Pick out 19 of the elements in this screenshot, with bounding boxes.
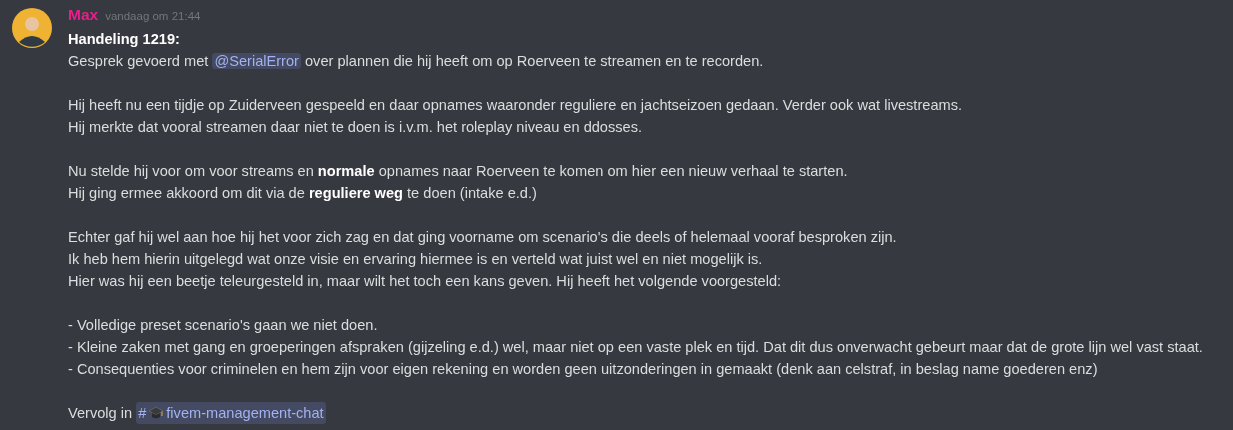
- message-line: Echter gaf hij wel aan hoe hij het voor zich zag en dat ging voorname om scenario's die deels of helemaal vooraf besproken zijn.: [68, 228, 898, 247]
- timestamp: vandaag om 21:44: [105, 10, 201, 22]
- message-line: - Consequenties voor criminelen en hem zijn voor eigen rekening en worden geen uitzonderingen in gemaakt (denk aan celstraf, in beslag name goederen enz): [68, 360, 1099, 379]
- message-line: Nu stelde hij voor om voor streams en normale opnames naar Roerveen te komen om hier een nieuw verhaal te starten.: [68, 162, 849, 181]
- message-line: Hij ging ermee akkoord om dit via de reguliere weg te doen (intake e.d.): [68, 184, 538, 203]
- message-line: Ik heb hem hierin uitgelegd wat onze visie en ervaring hiermee is en verteld wat juist wel en niet mogelijk is.: [68, 250, 764, 269]
- message-line: Vervolg in # fivem-management-chat: [68, 402, 1203, 424]
- message-line: - Kleine zaken met gang en groeperingen afspraken (gijzeling e.d.) wel, maar niet op een vaste plek en tijd. Dat dit dus onverwacht gebeurt maar dat de grote lijn wel vast staat.: [68, 338, 1203, 357]
- message-line: Hij merkte dat vooral streamen daar niet te doen is i.v.m. het roleplay niveau en ddosses.: [68, 118, 644, 137]
- graduation-cap-icon: [148, 406, 165, 420]
- message-line: Hier was hij een beetje teleurgesteld in, maar wilt het toch een kans geven. Hij heeft het volgende voorgesteld:: [68, 272, 783, 291]
- user-mention[interactable]: @SerialError: [212, 53, 301, 69]
- avatar-icon[interactable]: [12, 8, 52, 48]
- author-name[interactable]: Max: [68, 6, 99, 24]
- message-line: - Volledige preset scenario's gaan we niet doen.: [68, 316, 379, 335]
- message-line: Gesprek gevoerd met @SerialError over plannen die hij heeft om op Roerveen te streamen en te recorden.: [68, 52, 765, 71]
- message-heading: Handeling 1219:: [68, 30, 181, 49]
- channel-link[interactable]: # fivem-management-chat: [136, 402, 326, 424]
- message-line: Hij heeft nu een tijdje op Zuiderveen gespeeld en daar opnames waaronder reguliere en jachtseizoen gedaan. Verder ook wat livestreams.: [68, 96, 964, 115]
